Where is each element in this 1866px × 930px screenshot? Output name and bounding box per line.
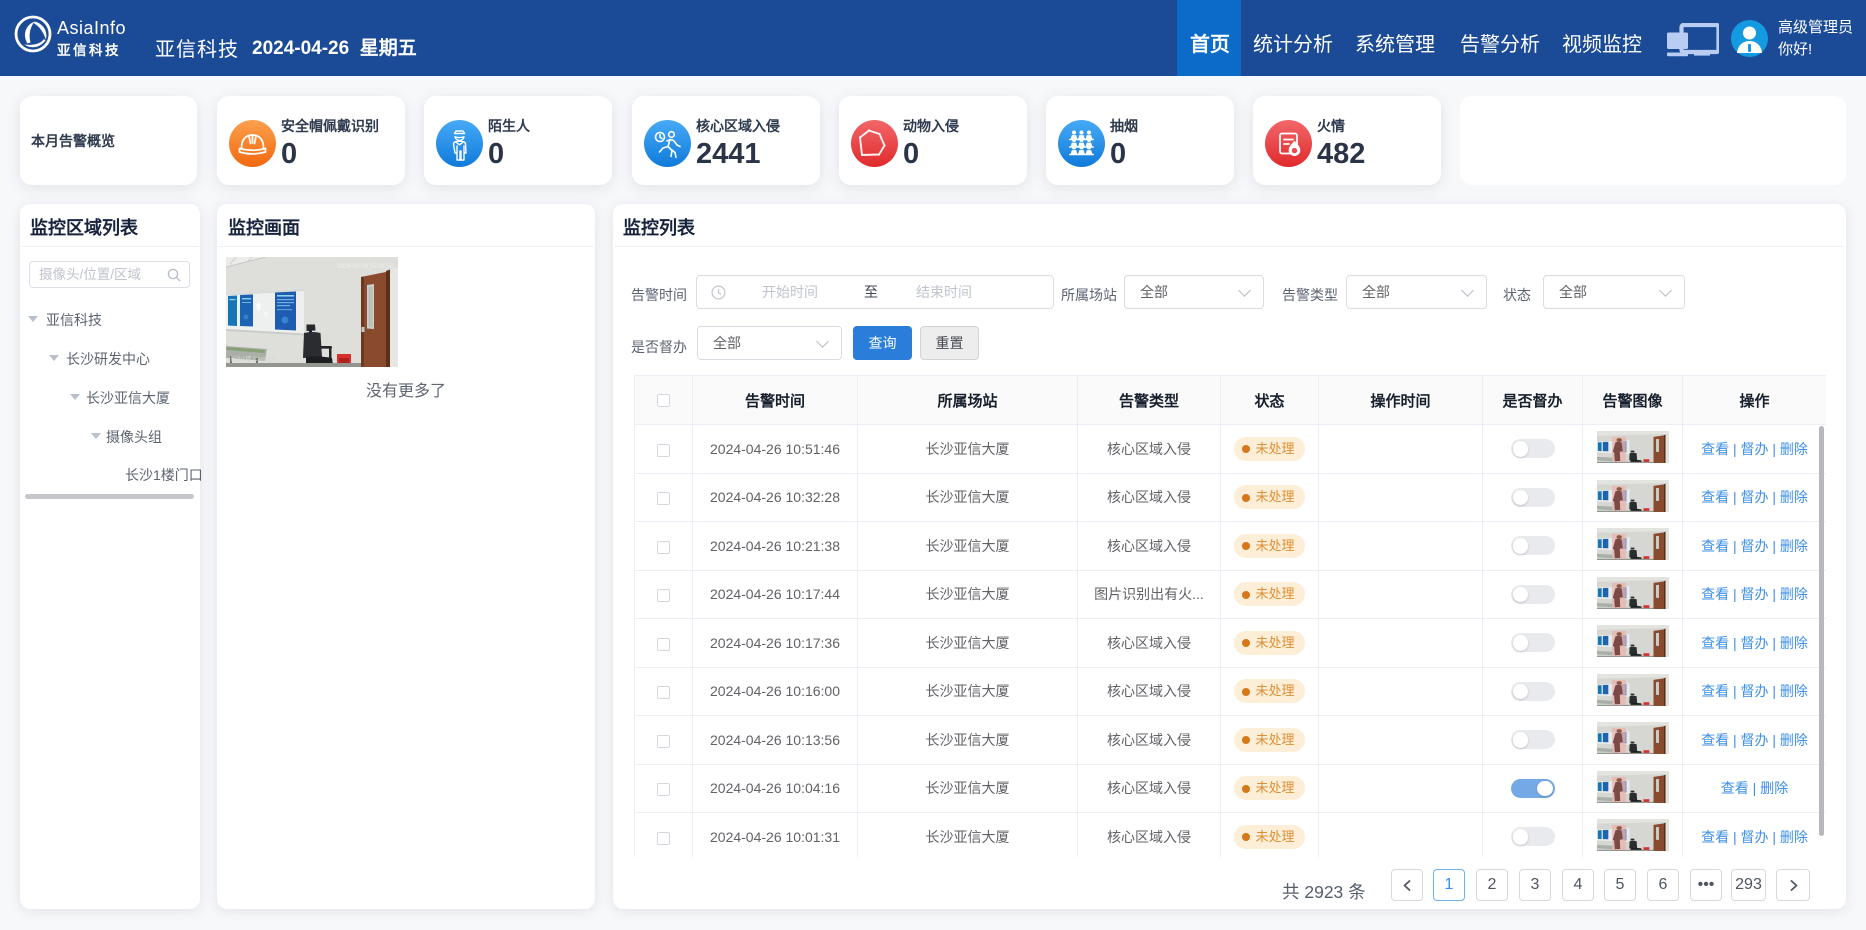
svg-text:长沙1楼 Camera: 长沙1楼 Camera: [230, 355, 275, 363]
svg-text:2024-04-26 15:28:58: 2024-04-26 15:28:58: [337, 264, 393, 270]
